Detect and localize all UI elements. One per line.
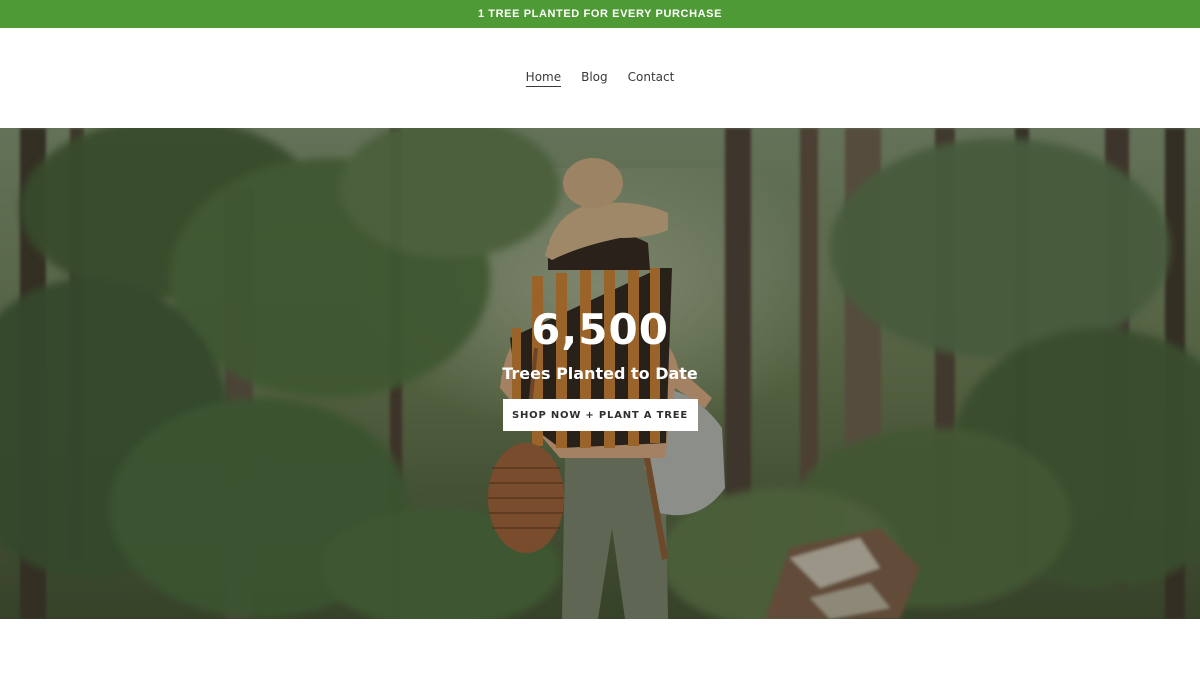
nav-link-blog[interactable]: Blog xyxy=(581,70,608,87)
trees-planted-subtitle: Trees Planted to Date xyxy=(502,364,698,383)
page-below-hero xyxy=(0,619,1200,675)
shop-now-button[interactable]: SHOP NOW + PLANT A TREE xyxy=(502,399,698,431)
trees-planted-count: 6,500 xyxy=(531,305,669,354)
announcement-bar: 1 TREE PLANTED FOR EVERY PURCHASE xyxy=(0,0,1200,28)
site-header: Home Blog Contact xyxy=(0,28,1200,128)
hero-content: 6,500 Trees Planted to Date SHOP NOW + P… xyxy=(0,308,1200,431)
announcement-text: 1 TREE PLANTED FOR EVERY PURCHASE xyxy=(477,8,723,20)
main-nav: Home Blog Contact xyxy=(0,70,1200,87)
hero-banner: 6,500 Trees Planted to Date SHOP NOW + P… xyxy=(0,128,1200,619)
nav-link-home[interactable]: Home xyxy=(525,70,562,87)
nav-link-contact[interactable]: Contact xyxy=(628,70,675,87)
